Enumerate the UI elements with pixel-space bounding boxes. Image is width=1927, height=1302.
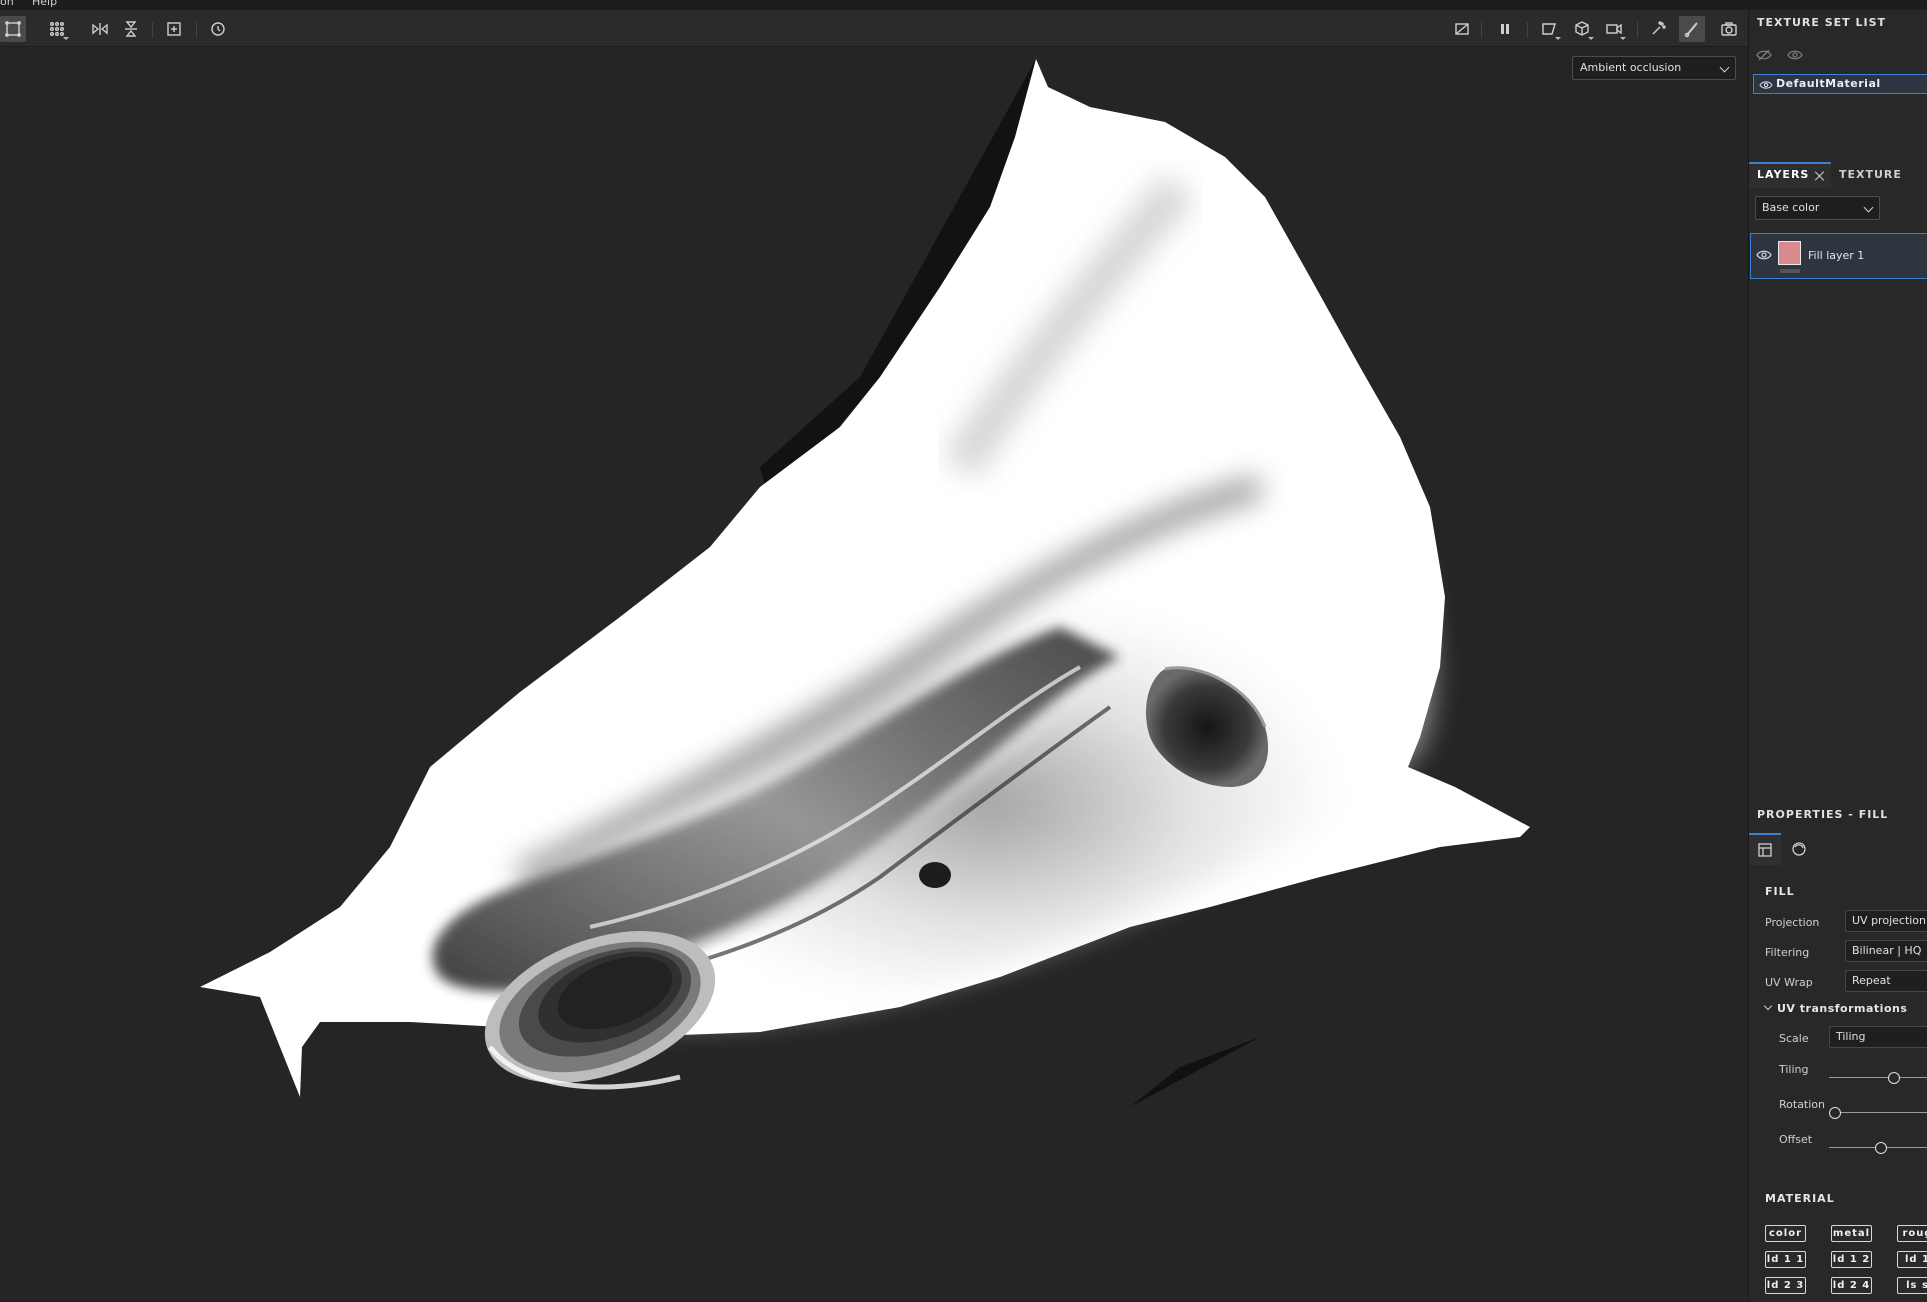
tiling-slider-handle[interactable] [1887,1072,1900,1084]
select-mode-icon[interactable] [0,16,26,42]
offset-slider[interactable] [1829,1142,1927,1154]
mirror-horizontal-icon[interactable] [87,16,113,42]
texture-set-list-title: TEXTURE SET LIST [1757,16,1887,29]
uv-wrap-dropdown[interactable]: Repeat [1845,970,1927,992]
camera-video-icon[interactable] [1601,16,1627,42]
hide-eye-icon[interactable] [1756,48,1772,62]
material-chip-ld12[interactable]: ld 1 2 [1831,1251,1872,1268]
material-chip-rough[interactable]: roug [1897,1225,1927,1242]
scale-label: Scale [1779,1032,1809,1045]
fill-properties-tab-icon[interactable] [1749,833,1781,865]
rotation-slider[interactable] [1829,1107,1927,1119]
show-eye-icon[interactable] [1787,48,1803,62]
material-chip-ld1[interactable]: ld 1 [1897,1251,1927,1268]
menu-item-help[interactable]: Help [32,0,57,8]
visibility-eye-icon[interactable] [1759,79,1773,91]
viewport-toolbar [0,10,1748,47]
particle-brush-icon[interactable] [1645,16,1671,42]
filtering-label: Filtering [1765,946,1810,959]
rotation-slider-handle[interactable] [1829,1107,1841,1119]
right-panel: TEXTURE SET LIST DefaultMaterial LAYERS … [1748,10,1927,1302]
material-chip-color[interactable]: color [1765,1225,1806,1242]
tiling-slider[interactable] [1829,1072,1927,1084]
layer-channel-dropdown[interactable]: Base color [1755,196,1880,220]
history-reset-icon[interactable] [205,16,231,42]
cube-icon[interactable] [1569,16,1595,42]
properties-title: PROPERTIES - FILL [1757,808,1889,821]
screenshot-camera-icon[interactable] [1716,16,1742,42]
paint-brush-icon[interactable] [1679,16,1705,42]
layer-visibility-eye-icon[interactable] [1756,248,1772,262]
tiling-label: Tiling [1779,1063,1809,1076]
scale-dropdown[interactable]: Tiling [1829,1026,1927,1048]
add-frame-icon[interactable] [161,16,187,42]
3d-viewport[interactable]: Ambient occlusion [0,47,1748,1302]
chevron-down-icon [1763,1001,1773,1011]
hide-uv-icon[interactable] [1449,16,1475,42]
grid-select-icon[interactable] [44,16,70,42]
layers-tabs: LAYERS TEXTURE SET S [1749,162,1927,207]
menu-item-on[interactable]: on [0,0,14,8]
pause-icon[interactable] [1492,16,1518,42]
chevron-down-icon [1863,202,1874,213]
mirror-vertical-icon[interactable] [118,16,144,42]
layer-item[interactable]: Fill layer 1 [1750,233,1927,279]
rotation-label: Rotation [1779,1098,1826,1111]
texture-set-name: DefaultMaterial [1776,77,1881,90]
properties-tabs [1749,833,1927,865]
material-chip-ld24[interactable]: ld 2 4 [1831,1277,1872,1294]
chevron-down-icon [1719,62,1730,73]
close-icon[interactable] [1815,171,1825,181]
texture-set-item[interactable]: DefaultMaterial [1753,74,1927,94]
layer-channel-value: Base color [1762,201,1820,214]
material-chip-ld23[interactable]: ld 2 3 [1765,1277,1806,1294]
material-chip-ls[interactable]: ls s [1897,1277,1927,1294]
layer-name: Fill layer 1 [1808,249,1865,262]
offset-label: Offset [1779,1133,1813,1146]
tab-texture-set-settings[interactable]: TEXTURE SET S [1831,162,1927,207]
material-chip-ld11[interactable]: ld 1 1 [1765,1251,1806,1268]
layer-thumbnail[interactable] [1778,241,1801,265]
material-section-title: MATERIAL [1765,1192,1835,1205]
material-sphere-tab-icon[interactable] [1783,833,1815,865]
projection-dropdown[interactable]: UV projection [1845,910,1927,932]
projection-label: Projection [1765,916,1820,929]
layer-mask-thumbnail [1780,269,1800,273]
uv-wrap-label: UV Wrap [1765,976,1813,989]
tab-layers-label: LAYERS [1757,168,1810,181]
viewport-2d-icon[interactable] [1536,16,1562,42]
viewport-channel-dropdown[interactable]: Ambient occlusion [1572,56,1736,80]
tab-layers[interactable]: LAYERS [1749,162,1831,188]
filtering-dropdown[interactable]: Bilinear | HQ [1845,940,1927,962]
uv-transformations-title: UV transformations [1777,1002,1908,1015]
material-chip-metal[interactable]: metal [1831,1225,1872,1242]
offset-slider-handle[interactable] [1875,1142,1888,1154]
fill-section-title: FILL [1765,885,1795,898]
viewport-channel-value: Ambient occlusion [1580,61,1682,74]
mesh-render[interactable] [0,47,1748,1302]
uv-transformations-toggle[interactable]: UV transformations [1763,1001,1908,1015]
menu-bar: on Help [0,0,1927,10]
